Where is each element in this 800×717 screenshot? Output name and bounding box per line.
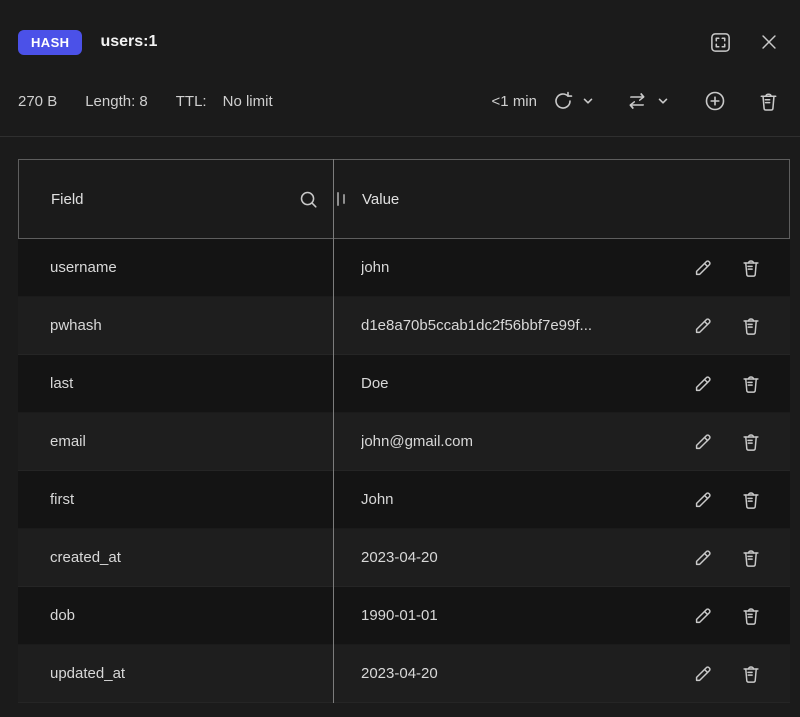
pencil-edit-icon[interactable] xyxy=(692,605,714,627)
row-actions xyxy=(692,431,762,453)
pencil-edit-icon[interactable] xyxy=(692,489,714,511)
trash-icon[interactable] xyxy=(740,315,762,337)
delete-key-trash-icon[interactable] xyxy=(757,90,780,113)
row-actions xyxy=(692,547,762,569)
field-header-label: Field xyxy=(51,191,84,208)
refresh-icon[interactable] xyxy=(551,89,575,113)
pencil-edit-icon[interactable] xyxy=(692,257,714,279)
value-cell: d1e8a70b5ccab1dc2f56bbf7e99f... xyxy=(333,315,790,337)
field-cell: updated_at xyxy=(18,665,333,682)
row-actions xyxy=(692,315,762,337)
table-row[interactable]: pwhash d1e8a70b5ccab1dc2f56bbf7e99f... xyxy=(18,297,790,355)
format-switcher-icon[interactable] xyxy=(621,89,652,113)
value-cell: john@gmail.com xyxy=(333,431,790,453)
table-row[interactable]: username john xyxy=(18,239,790,297)
field-cell: pwhash xyxy=(18,317,333,334)
hash-fields-table: Field Value username john xyxy=(18,159,790,703)
row-actions xyxy=(692,489,762,511)
row-actions xyxy=(692,257,762,279)
value-cell: Doe xyxy=(333,373,790,395)
trash-icon[interactable] xyxy=(740,605,762,627)
trash-icon[interactable] xyxy=(740,547,762,569)
trash-icon[interactable] xyxy=(740,663,762,685)
key-type-badge: HASH xyxy=(18,30,82,55)
trash-icon[interactable] xyxy=(740,373,762,395)
key-actions: <1 min xyxy=(492,89,780,113)
value-column-header: Value xyxy=(334,160,789,238)
pencil-edit-icon[interactable] xyxy=(692,547,714,569)
value-cell: John xyxy=(333,489,790,511)
value-cell: 2023-04-20 xyxy=(333,547,790,569)
row-actions xyxy=(692,605,762,627)
fullscreen-icon[interactable] xyxy=(709,31,732,54)
value-cell: john xyxy=(333,257,790,279)
table-row[interactable]: updated_at 2023-04-20 xyxy=(18,645,790,703)
field-cell: username xyxy=(18,259,333,276)
value-text: john xyxy=(361,259,389,276)
key-length: Length: 8 xyxy=(85,93,148,110)
table-row[interactable]: dob 1990-01-01 xyxy=(18,587,790,645)
row-actions xyxy=(692,663,762,685)
ttl-label: TTL: xyxy=(176,93,207,110)
key-size: 270 B xyxy=(18,93,57,110)
value-cell: 1990-01-01 xyxy=(333,605,790,627)
ttl-value: No limit xyxy=(223,93,273,110)
field-cell: email xyxy=(18,433,333,450)
pencil-edit-icon[interactable] xyxy=(692,431,714,453)
key-name-title: users:1 xyxy=(100,33,157,51)
field-cell: first xyxy=(18,491,333,508)
table-header-row: Field Value xyxy=(18,159,790,239)
field-cell: last xyxy=(18,375,333,392)
value-text: 2023-04-20 xyxy=(361,665,438,682)
last-refresh-time: <1 min xyxy=(492,93,537,110)
close-icon[interactable] xyxy=(758,31,780,53)
field-cell: dob xyxy=(18,607,333,624)
table-row[interactable]: first John xyxy=(18,471,790,529)
column-resize-handle[interactable] xyxy=(337,192,345,206)
value-header-label: Value xyxy=(362,191,399,208)
value-cell: 2023-04-20 xyxy=(333,663,790,685)
key-details-titlebar: HASH users:1 xyxy=(0,0,800,56)
value-text: John xyxy=(361,491,394,508)
field-cell: created_at xyxy=(18,549,333,566)
table-row[interactable]: email john@gmail.com xyxy=(18,413,790,471)
chevron-down-icon[interactable] xyxy=(657,95,669,107)
table-body: username john pwhash d1e8a70b5ccab1dc2f5… xyxy=(18,239,790,703)
key-stats-bar: 270 B Length: 8 TTL: No limit <1 min xyxy=(0,86,800,116)
value-text: d1e8a70b5ccab1dc2f56bbf7e99f... xyxy=(361,317,592,334)
pencil-edit-icon[interactable] xyxy=(692,663,714,685)
search-icon[interactable] xyxy=(297,188,320,211)
pencil-edit-icon[interactable] xyxy=(692,315,714,337)
add-field-plus-circle-icon[interactable] xyxy=(703,89,727,113)
pencil-edit-icon[interactable] xyxy=(692,373,714,395)
trash-icon[interactable] xyxy=(740,489,762,511)
trash-icon[interactable] xyxy=(740,431,762,453)
section-divider xyxy=(0,136,800,137)
chevron-down-icon[interactable] xyxy=(582,95,594,107)
value-text: 1990-01-01 xyxy=(361,607,438,624)
trash-icon[interactable] xyxy=(740,257,762,279)
table-row[interactable]: last Doe xyxy=(18,355,790,413)
table-row[interactable]: created_at 2023-04-20 xyxy=(18,529,790,587)
value-text: john@gmail.com xyxy=(361,433,473,450)
row-actions xyxy=(692,373,762,395)
value-text: Doe xyxy=(361,375,389,392)
value-text: 2023-04-20 xyxy=(361,549,438,566)
column-divider xyxy=(333,159,334,703)
field-column-header: Field xyxy=(19,160,334,238)
